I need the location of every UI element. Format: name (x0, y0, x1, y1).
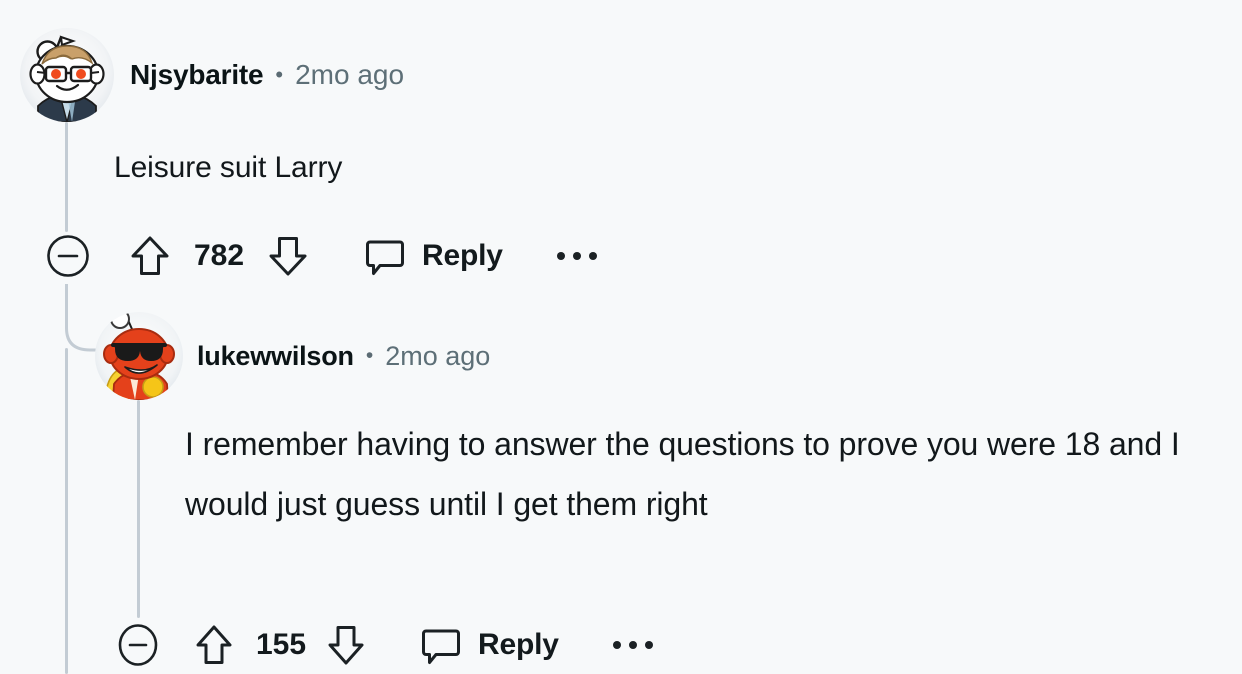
collapse-icon (118, 624, 158, 666)
comment-2-timestamp: 2mo ago (385, 340, 491, 371)
dot (628, 641, 637, 649)
dot (612, 641, 621, 649)
byline-separator: • (365, 344, 374, 367)
more-options-button[interactable] (612, 641, 653, 649)
collapse-button[interactable] (116, 623, 160, 667)
upvote-arrow-icon (196, 625, 232, 664)
upvote-button[interactable] (190, 622, 238, 668)
comment-2-header: lukewwilson • 2mo ago (95, 312, 490, 400)
snoo-avatar-lukewwilson[interactable] (95, 312, 183, 400)
dot (644, 641, 653, 649)
comment-thread: Njsybarite • 2mo ago Leisure suit Larry … (0, 0, 1242, 674)
reply-label: Reply (478, 628, 559, 661)
downvote-arrow-icon (328, 626, 364, 665)
comment-2-body: I remember having to answer the question… (185, 426, 1180, 522)
reply-button[interactable]: Reply (420, 624, 559, 666)
comment-2-action-bar: 155 Reply (116, 622, 653, 668)
comment-2-author[interactable]: lukewwilson (197, 341, 354, 372)
comment-2-byline: lukewwilson • 2mo ago (197, 341, 490, 372)
comment-2-vote-count: 155 (255, 628, 307, 661)
comment-bubble-icon (422, 629, 460, 664)
downvote-button[interactable] (322, 622, 370, 668)
comment-2: lukewwilson • 2mo ago I remember having … (0, 0, 1242, 674)
